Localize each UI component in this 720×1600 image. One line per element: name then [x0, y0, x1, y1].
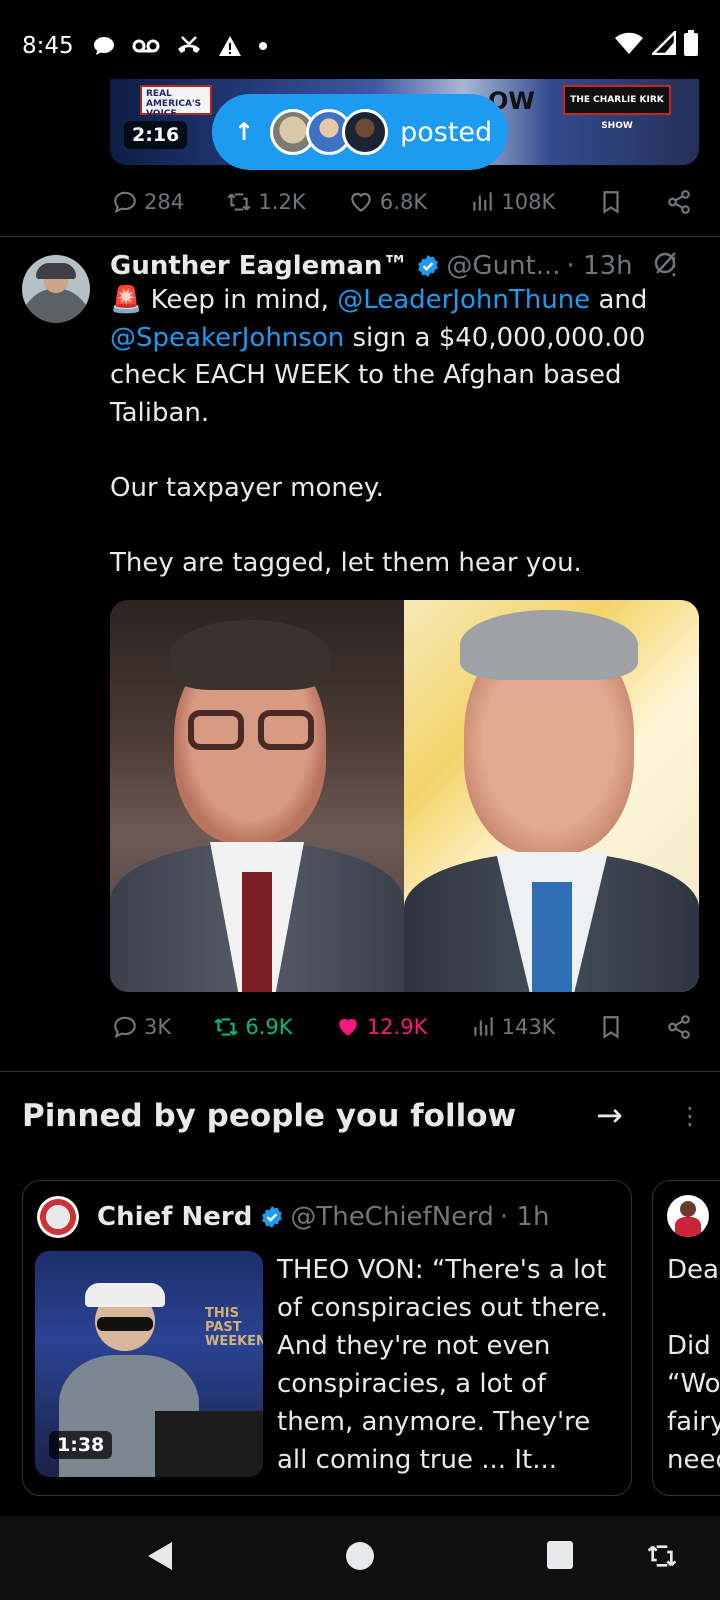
voicemail-icon: [132, 39, 160, 53]
repost-count: 6.9K: [245, 1015, 293, 1039]
author-name[interactable]: Gunther Eagleman™: [110, 251, 408, 281]
pinned-card[interactable]: Chief Nerd @TheChiefNerd · 1h THIS PAST …: [22, 1180, 632, 1496]
views-count: 143K: [501, 1015, 556, 1039]
views-button[interactable]: 143K: [470, 1014, 556, 1040]
pinned-card[interactable]: Dear Did y “Wo fairy need: [652, 1180, 720, 1496]
status-time: 8:45: [22, 33, 74, 59]
photo-right-portrait: [404, 600, 699, 992]
repost-button[interactable]: 1.2K: [226, 189, 306, 215]
share-icon: [668, 1015, 690, 1039]
bookmark-icon: [603, 191, 619, 214]
tweet-text-segment: Keep in mind,: [142, 285, 338, 315]
repost-button[interactable]: 6.9K: [213, 1014, 293, 1040]
bookmark-button[interactable]: [598, 189, 624, 215]
more-options-icon[interactable]: ⋮: [678, 1102, 702, 1130]
share-button[interactable]: [666, 189, 692, 215]
like-count: 12.9K: [366, 1015, 428, 1039]
reply-count: 3K: [144, 1015, 172, 1039]
tweet-text: 🚨 Keep in mind, @LeaderJohnThune and @Sp…: [110, 282, 700, 582]
more-options-icon[interactable]: ⋮: [662, 252, 686, 280]
reply-button[interactable]: 284: [112, 189, 184, 215]
views-icon: [473, 1017, 493, 1036]
reply-count: 284: [144, 190, 185, 214]
card-text: Dear Did y “Wo fairy need: [667, 1251, 720, 1479]
tweet-time: · 1h: [499, 1202, 550, 1232]
tweet-text-segment: and: [590, 285, 648, 315]
card-text-line: [667, 1289, 720, 1327]
card-text-line: “Wo: [667, 1369, 720, 1399]
views-button[interactable]: 108K: [469, 189, 555, 215]
tweet-header: Gunther Eagleman™ @Gunt... · 13h ⋮: [110, 248, 700, 284]
reply-icon: [114, 1016, 136, 1039]
card-video-thumbnail[interactable]: THIS PAST WEEKEND 1:38: [35, 1251, 263, 1477]
system-nav-bar: [0, 1516, 720, 1600]
divider: [0, 236, 720, 237]
card-text-line: Did y: [667, 1331, 720, 1361]
like-button[interactable]: 12.9K: [335, 1014, 428, 1040]
photo-left-portrait: [110, 600, 404, 992]
tweet-paragraph: They are tagged, let them hear you.: [110, 547, 582, 578]
media-sign-text: THIS PAST WEEKEND: [205, 1306, 263, 1349]
mention-link[interactable]: @SpeakerJohnson: [110, 323, 344, 353]
missed-call-icon: [177, 36, 200, 53]
wifi-icon: [615, 32, 643, 54]
views-icon: [473, 192, 493, 211]
avatar: [342, 109, 389, 155]
avatar[interactable]: [667, 1195, 709, 1237]
author-name[interactable]: Chief Nerd: [97, 1202, 252, 1232]
home-icon[interactable]: [344, 1540, 376, 1576]
repost-icon: [214, 1018, 238, 1036]
tweet-actions: 284 1.2K 6.8K 108K: [112, 182, 692, 222]
repost-count: 1.2K: [258, 190, 306, 214]
pinned-section-title: Pinned by people you follow: [22, 1098, 517, 1134]
repost-icon: [227, 193, 252, 211]
video-duration: 2:16: [124, 121, 188, 149]
repost-icon[interactable]: [646, 1540, 678, 1576]
dot-icon: [258, 42, 267, 50]
card-text-line: fairy: [667, 1407, 720, 1437]
tweet-time: · 13h: [566, 251, 633, 281]
arrow-right-icon[interactable]: →: [596, 1096, 623, 1134]
reply-icon: [114, 191, 136, 214]
author-handle[interactable]: @TheChiefNerd: [290, 1202, 494, 1232]
heart-icon: [351, 192, 371, 212]
author-handle[interactable]: @Gunt...: [446, 251, 560, 281]
bookmark-icon: [603, 1016, 619, 1039]
recents-icon[interactable]: [546, 1540, 574, 1574]
divider: [0, 1071, 720, 1072]
avatar[interactable]: [37, 1196, 79, 1238]
new-posts-pill[interactable]: ↑ posted: [212, 94, 508, 170]
tweet-actions: 3K 6.9K 12.9K 143K: [112, 1007, 692, 1047]
card-text-line: need: [667, 1445, 720, 1475]
like-button[interactable]: 6.8K: [348, 189, 427, 215]
views-count: 108K: [501, 190, 556, 214]
reply-button[interactable]: 3K: [112, 1014, 171, 1040]
siren-emoji: 🚨: [110, 285, 143, 315]
warning-icon: [218, 36, 241, 56]
channel-logo: REAL AMERICA'S VOICE: [140, 85, 212, 119]
card-header: Chief Nerd @TheChiefNerd · 1h: [37, 1195, 549, 1239]
bookmark-button[interactable]: [598, 1014, 624, 1040]
tweet-paragraph: Our taxpayer money.: [110, 472, 384, 503]
heart-filled-icon: [339, 1018, 357, 1036]
chat-bubble-icon: [93, 37, 114, 55]
mention-link[interactable]: @LeaderJohnThune: [337, 285, 590, 315]
arrow-up-icon: ↑: [234, 118, 255, 146]
verified-badge-icon: [416, 254, 440, 278]
back-icon[interactable]: [146, 1540, 174, 1576]
like-count: 6.8K: [379, 190, 428, 214]
tweet-photo[interactable]: [110, 600, 699, 992]
card-text: THEO VON: “There's a lot of conspiracies…: [277, 1255, 609, 1475]
author-avatar[interactable]: [22, 255, 90, 323]
video-duration: 1:38: [49, 1431, 113, 1459]
card-text-line: Dear: [667, 1255, 720, 1285]
posted-label: posted: [400, 116, 493, 148]
show-logo: THE CHARLIE KIRK SHOW: [563, 85, 671, 131]
share-icon: [668, 190, 690, 214]
verified-badge-icon: [260, 1205, 284, 1229]
share-button[interactable]: [666, 1014, 692, 1040]
signal-icon: [652, 31, 676, 55]
battery-icon: [684, 30, 698, 56]
tweet-paragraph: 🚨 Keep in mind, @LeaderJohnThune and @Sp…: [110, 282, 700, 432]
